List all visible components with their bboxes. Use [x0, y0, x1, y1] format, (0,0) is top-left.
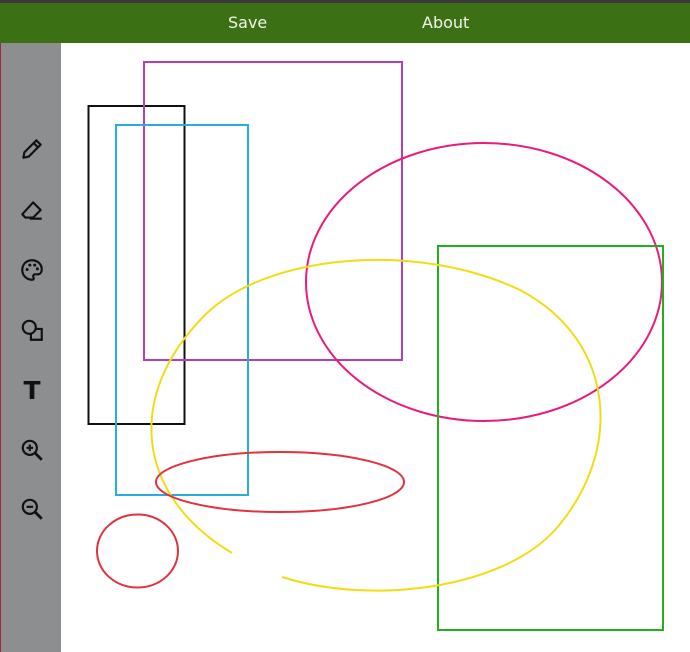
magenta-ellipse — [305, 142, 663, 422]
yellow-ellipse-stroke — [150, 258, 602, 592]
about-menu-item[interactable]: About — [422, 3, 469, 43]
canvas-drawing — [87, 61, 664, 631]
zoom-in-icon — [21, 439, 43, 461]
drawing-canvas[interactable] — [61, 43, 690, 652]
save-menu-item[interactable]: Save — [228, 3, 267, 43]
green-rectangle — [437, 245, 664, 631]
pencil-tool-button[interactable] — [15, 132, 49, 166]
cyan-rectangle — [115, 124, 249, 496]
color-picker-button[interactable] — [15, 253, 49, 287]
tool-sidebar: T — [0, 43, 61, 652]
black-rectangle — [87, 105, 186, 425]
zoom-in-button[interactable] — [15, 433, 49, 467]
pencil-icon — [22, 139, 42, 159]
eraser-tool-button[interactable] — [15, 193, 49, 227]
shapes-icon — [21, 319, 43, 341]
red-circle — [96, 513, 179, 589]
zoom-out-icon — [21, 498, 43, 520]
text-tool-icon: T — [23, 375, 41, 405]
text-tool-button[interactable]: T — [15, 373, 49, 407]
red-ellipse — [155, 451, 405, 513]
shapes-tool-button[interactable] — [15, 313, 49, 347]
top-menu-bar: Save About — [0, 0, 690, 43]
eraser-icon — [21, 201, 42, 220]
palette-icon — [21, 259, 43, 281]
zoom-out-button[interactable] — [15, 492, 49, 526]
